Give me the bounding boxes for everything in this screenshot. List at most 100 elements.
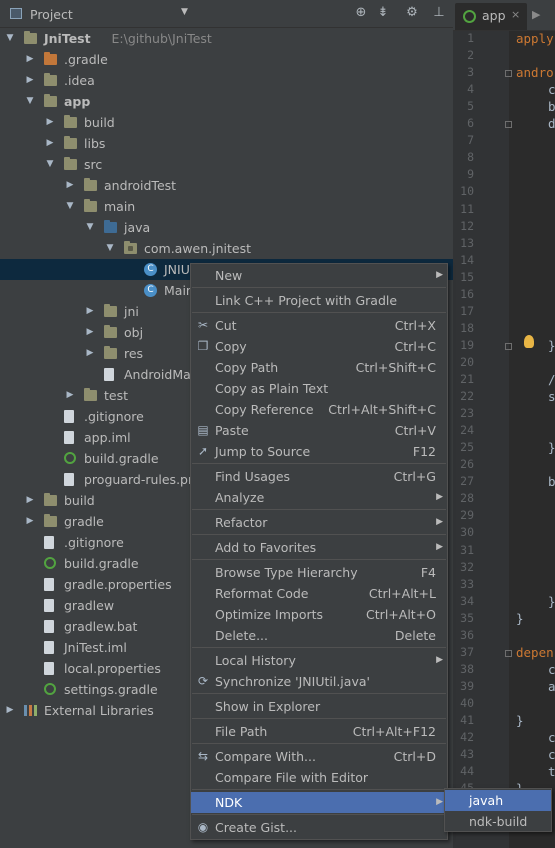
tree-expand-arrow-icon[interactable]: ▶	[4, 700, 16, 721]
menu-item-optimize-imports[interactable]: Optimize Imports Ctrl+Alt+O	[191, 604, 447, 625]
menu-item-label: Optimize Imports	[215, 607, 324, 622]
menu-item-synchronize-jniutil-java[interactable]: ⟳ Synchronize 'JNIUtil.java'	[191, 671, 447, 692]
tree-row[interactable]: ▼ main	[0, 196, 453, 217]
class-icon: C	[144, 284, 157, 297]
submenu-item-javah[interactable]: javah	[445, 790, 551, 811]
menu-item-copy-path[interactable]: Copy Path Ctrl+Shift+C	[191, 357, 447, 378]
menu-item-ndk[interactable]: NDK ▶	[191, 792, 447, 813]
tree-row[interactable]: ▼ com.awen.jnitest	[0, 238, 453, 259]
menu-item-local-history[interactable]: Local History ▶	[191, 650, 447, 671]
submenu-item-ndk-build[interactable]: ndk-build	[445, 811, 551, 832]
menu-item-add-to-favorites[interactable]: Add to Favorites ▶	[191, 537, 447, 558]
menu-item-compare-with[interactable]: ⇆ Compare With... Ctrl+D	[191, 746, 447, 767]
tree-item-label: JniTest	[44, 31, 91, 46]
menu-item-delete[interactable]: Delete... Delete	[191, 625, 447, 646]
tree-expand-arrow-icon[interactable]: ▶	[44, 133, 56, 154]
folder-icon	[104, 304, 117, 317]
gear-icon[interactable]: ⚙	[403, 4, 421, 22]
tree-row[interactable]: ▶ androidTest	[0, 175, 453, 196]
menu-item-copy[interactable]: ❐ Copy Ctrl+C	[191, 336, 447, 357]
tree-row[interactable]: ▼ src	[0, 154, 453, 175]
menu-item-create-gist[interactable]: ◉ Create Gist...	[191, 817, 447, 838]
code-line: }	[548, 593, 555, 609]
tree-item-label: gradle	[64, 514, 104, 529]
tree-row[interactable]: ▶ .gradle	[0, 49, 453, 70]
tree-row[interactable]: ▼ app	[0, 91, 453, 112]
line-number: 41	[460, 713, 474, 727]
menu-item-refactor[interactable]: Refactor ▶	[191, 512, 447, 533]
tree-expand-arrow-icon[interactable]: ▶	[64, 175, 76, 196]
tree-item-label: obj	[124, 325, 144, 340]
tree-expand-arrow-icon[interactable]: ▶	[24, 49, 36, 70]
line-number: 35	[460, 610, 474, 625]
tree-row[interactable]: ▶ build	[0, 112, 453, 133]
menu-item-browse-type-hierarchy[interactable]: Browse Type Hierarchy F4	[191, 562, 447, 583]
tree-expand-arrow-icon[interactable]: ▼	[44, 154, 56, 175]
menu-item-link-c-project-with-gradle[interactable]: Link C++ Project with Gradle	[191, 290, 447, 311]
line-number: 18	[460, 320, 474, 335]
menu-separator	[192, 463, 446, 464]
menu-item-show-in-explorer[interactable]: Show in Explorer	[191, 696, 447, 717]
tab-overflow-icon[interactable]: ▶	[532, 8, 540, 21]
menu-item-new[interactable]: New ▶	[191, 265, 447, 286]
menu-item-copy-as-plain-text[interactable]: Copy as Plain Text	[191, 378, 447, 399]
gradle-icon	[44, 557, 56, 569]
tree-expand-arrow-icon[interactable]: ▼	[84, 217, 96, 238]
lightbulb-icon[interactable]	[524, 335, 534, 348]
menu-item-analyze[interactable]: Analyze ▶	[191, 487, 447, 508]
line-number: 40	[460, 695, 474, 710]
tree-expand-arrow-icon[interactable]: ▶	[24, 490, 36, 511]
menu-item-shortcut: Ctrl+Alt+O	[366, 607, 436, 622]
menu-item-file-path[interactable]: File Path Ctrl+Alt+F12	[191, 721, 447, 742]
line-number: 16	[460, 286, 474, 301]
code-editor[interactable]: applyandrocbd}/s}b}}depenca}cct}	[509, 31, 555, 848]
tree-expand-arrow-icon[interactable]: ▼	[4, 28, 16, 49]
project-view-selector[interactable]: Project ▼	[0, 3, 195, 25]
line-number: 20	[460, 354, 474, 369]
tree-expand-arrow-icon[interactable]: ▶	[84, 343, 96, 364]
tree-item-label: gradlew	[64, 598, 115, 613]
tree-expand-arrow-icon[interactable]: ▶	[84, 322, 96, 343]
menu-item-label: Jump to Source	[215, 444, 311, 459]
line-number: 43	[460, 747, 474, 762]
tree-expand-arrow-icon[interactable]: ▶	[64, 385, 76, 406]
tree-row[interactable]: ▼ JniTest E:\github\JniTest	[0, 28, 453, 49]
menu-item-paste[interactable]: ▤ Paste Ctrl+V	[191, 420, 447, 441]
menu-item-shortcut: Ctrl+D	[393, 749, 436, 764]
file-icon	[44, 641, 54, 654]
tree-item-label: settings.gradle	[64, 682, 158, 697]
tab-app-gradle[interactable]: app ×	[455, 3, 527, 30]
menu-item-label: Local History	[215, 653, 296, 668]
close-icon[interactable]: ×	[511, 8, 520, 21]
tree-expand-arrow-icon[interactable]: ▶	[84, 301, 96, 322]
scissors-icon: ✂	[197, 318, 209, 332]
tree-expand-arrow-icon[interactable]: ▼	[104, 238, 116, 259]
menu-item-reformat-code[interactable]: Reformat Code Ctrl+Alt+L	[191, 583, 447, 604]
crosshair-icon[interactable]: ⊕	[352, 4, 370, 22]
collapse-all-icon[interactable]: ⇟	[374, 4, 392, 22]
file-icon	[44, 599, 54, 612]
tree-expand-arrow-icon[interactable]: ▼	[64, 196, 76, 217]
line-number: 13	[460, 235, 474, 250]
tree-row[interactable]: ▶ libs	[0, 133, 453, 154]
menu-item-jump-to-source[interactable]: ➚ Jump to Source F12	[191, 441, 447, 462]
menu-item-shortcut: Ctrl+V	[394, 423, 436, 438]
menu-item-find-usages[interactable]: Find Usages Ctrl+G	[191, 466, 447, 487]
menu-item-copy-reference[interactable]: Copy Reference Ctrl+Alt+Shift+C	[191, 399, 447, 420]
tree-expand-arrow-icon[interactable]: ▶	[24, 70, 36, 91]
folder-icon	[44, 493, 57, 506]
tree-expand-arrow-icon[interactable]: ▶	[24, 511, 36, 532]
hide-icon[interactable]: ⊥	[430, 4, 448, 22]
tree-row[interactable]: ▶ .idea	[0, 70, 453, 91]
tree-expand-arrow-icon[interactable]: ▼	[24, 91, 36, 112]
menu-item-cut[interactable]: ✂ Cut Ctrl+X	[191, 315, 447, 336]
file-icon	[64, 473, 74, 486]
menu-separator	[192, 693, 446, 694]
code-line: }	[548, 440, 555, 456]
folder-icon	[44, 73, 57, 86]
menu-item-compare-file-with-editor[interactable]: Compare File with Editor	[191, 767, 447, 788]
tree-expand-arrow-icon[interactable]: ▶	[44, 112, 56, 133]
tree-row[interactable]: ▼ java	[0, 217, 453, 238]
menu-item-shortcut: Ctrl+C	[394, 339, 436, 354]
menu-item-label: File Path	[215, 724, 268, 739]
